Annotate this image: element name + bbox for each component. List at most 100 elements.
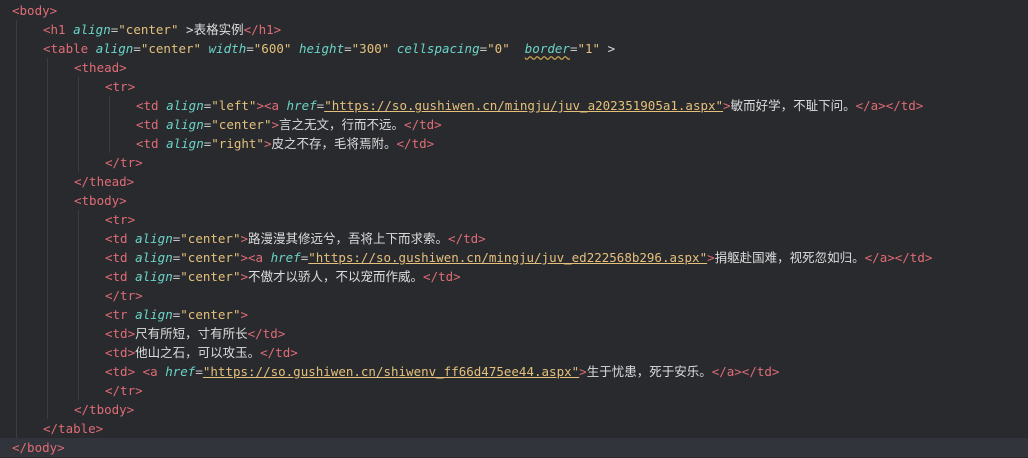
code-line[interactable]: </tr>: [0, 381, 1028, 400]
code-text: 尺有所短，寸有所长: [135, 326, 248, 341]
code-punctuation: =: [133, 41, 141, 56]
code-line[interactable]: <thead>: [0, 58, 1028, 77]
code-attribute: width: [208, 41, 247, 56]
code-line[interactable]: <td>尺有所短，寸有所长</td>: [0, 324, 1028, 343]
indent-guide: [47, 210, 48, 229]
code-content: <table align="center" width="600" height…: [43, 39, 615, 58]
code-editor[interactable]: <body> <h1 align="center" >表格实例</h1> <tabl…: [0, 0, 1028, 458]
indent-guide: [47, 96, 48, 115]
code-line[interactable]: </body>: [0, 438, 1028, 457]
code-line[interactable]: <td align="center"><a href="https://so.g…: [0, 248, 1028, 267]
code-string: "center": [180, 231, 241, 246]
code-content: <td align="center">路漫漫其修远兮，吾将上下而求索。</td>: [105, 229, 486, 248]
indent-guide: [47, 400, 48, 419]
code-string: "center": [140, 41, 202, 56]
indent-guide: [47, 267, 48, 286]
indent-guide: [78, 210, 79, 229]
indent-guide: [47, 58, 48, 77]
code-attribute: align: [95, 41, 134, 56]
indent-guide: [78, 343, 79, 362]
code-url-link[interactable]: "https://so.gushiwen.cn/shiwenv_ff66d475…: [203, 364, 579, 379]
code-tag: <td>: [105, 364, 136, 379]
code-string: "600": [253, 41, 292, 56]
code-line[interactable]: <tbody>: [0, 191, 1028, 210]
code-tag: >: [271, 117, 280, 132]
code-line[interactable]: <tr align="center">: [0, 305, 1028, 324]
indent-guide: [16, 343, 17, 362]
code-content: <tr>: [105, 210, 135, 229]
code-line[interactable]: <td align="right">皮之不存，毛将焉附。</td>: [0, 134, 1028, 153]
code-line[interactable]: <td>他山之石，可以攻玉。</td>: [0, 343, 1028, 362]
code-line[interactable]: <table align="center" width="600" height…: [0, 39, 1028, 58]
code-url-link[interactable]: "https://so.gushiwen.cn/mingju/juv_ed222…: [308, 250, 707, 265]
code-line[interactable]: </tbody>: [0, 400, 1028, 419]
code-tag: >: [707, 250, 715, 265]
code-content: </tr>: [105, 153, 143, 172]
indent-guide: [16, 115, 17, 134]
code-content: </tbody>: [74, 400, 134, 419]
indent-guide: [78, 381, 79, 400]
code-tag: </a></td>: [711, 364, 780, 379]
code-line[interactable]: <tr>: [0, 77, 1028, 96]
indent-guide: [78, 324, 79, 343]
code-attribute: align: [166, 136, 204, 151]
code-line[interactable]: </tr>: [0, 286, 1028, 305]
code-tag: </tr>: [105, 288, 143, 303]
code-attribute: cellspacing: [396, 41, 480, 56]
code-tag: <tbody>: [74, 193, 127, 208]
indent-guide: [47, 381, 48, 400]
code-url-link[interactable]: "https://so.gushiwen.cn/mingju/juv_a2023…: [324, 98, 723, 113]
code-content: </tr>: [105, 286, 143, 305]
code-punctuation: =: [246, 41, 254, 56]
code-string: "right": [211, 136, 264, 151]
code-text: >: [178, 22, 194, 37]
code-punctuation: =: [479, 41, 488, 56]
code-content: <td align="center"><a href="https://so.g…: [105, 248, 932, 267]
code-attribute: height: [298, 41, 345, 56]
code-text: 捐躯赴国难，视死忽如归。: [714, 250, 865, 265]
code-tag: </tr>: [105, 155, 143, 170]
code-content: </body>: [12, 438, 65, 457]
code-string: "left": [211, 98, 257, 113]
code-tag: <td: [105, 231, 136, 246]
indent-guide: [78, 362, 79, 381]
code-text: 敏而好学，不耻下问。: [730, 98, 856, 113]
code-tag: </td>: [396, 136, 435, 151]
indent-guide: [47, 362, 48, 381]
code-line[interactable]: <body>: [0, 1, 1028, 20]
indent-guide: [78, 115, 79, 134]
code-tag: </td>: [423, 269, 461, 284]
code-line[interactable]: <td align="center">路漫漫其修远兮，吾将上下而求索。</td>: [0, 229, 1028, 248]
code-string: "0": [487, 41, 510, 56]
code-content: <td>他山之石，可以攻玉。</td>: [105, 343, 298, 362]
code-line[interactable]: </table>: [0, 419, 1028, 438]
code-tag: <td: [136, 98, 167, 113]
code-line[interactable]: </tr>: [0, 153, 1028, 172]
code-line[interactable]: <h1 align="center" >表格实例</h1>: [0, 20, 1028, 39]
code-tag: </td>: [247, 326, 286, 341]
code-content: <tr align="center">: [105, 305, 248, 324]
indent-guide: [16, 96, 17, 115]
indent-guide: [16, 400, 17, 419]
code-content: <td>尺有所短，寸有所长</td>: [105, 324, 285, 343]
code-tag: <a: [142, 364, 166, 379]
code-line[interactable]: <td> <a href="https://so.gushiwen.cn/shi…: [0, 362, 1028, 381]
indent-guide: [47, 153, 48, 172]
indent-guide: [16, 362, 17, 381]
code-tag: <table: [43, 41, 96, 56]
code-string: "center": [180, 269, 241, 284]
code-line[interactable]: <td align="center">不傲才以骄人，不以宠而作威。</td>: [0, 267, 1028, 286]
code-string: "1": [577, 41, 601, 56]
code-content: <td align="center">言之无文，行而不远。</td>: [136, 115, 442, 134]
code-tag: </body>: [12, 440, 65, 455]
code-tag: </tr>: [105, 383, 143, 398]
code-line[interactable]: </thead>: [0, 172, 1028, 191]
code-line[interactable]: <tr>: [0, 210, 1028, 229]
code-attribute: align: [166, 117, 204, 132]
code-line[interactable]: <td align="left"><a href="https://so.gus…: [0, 96, 1028, 115]
code-string: "center": [118, 22, 179, 37]
code-tag: <thead>: [74, 60, 127, 75]
code-line[interactable]: <td align="center">言之无文，行而不远。</td>: [0, 115, 1028, 134]
code-string: "center": [180, 250, 241, 265]
